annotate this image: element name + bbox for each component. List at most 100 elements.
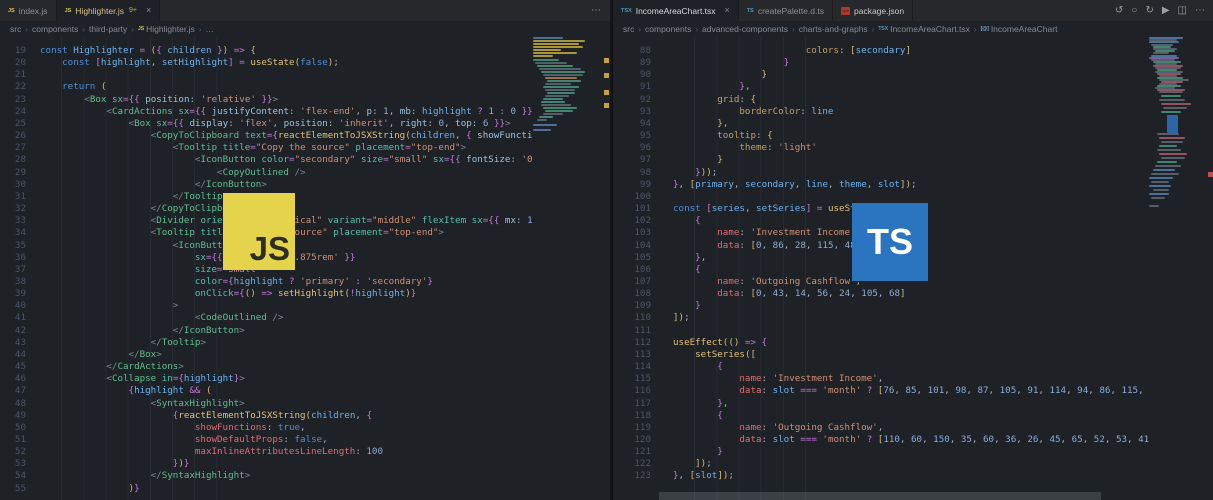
code-line[interactable]: 121 } xyxy=(613,446,1213,458)
code-line[interactable]: 116 data: slot === 'month' ? [76, 85, 10… xyxy=(613,385,1213,397)
code-line[interactable]: 41 <CodeOutlined /> xyxy=(0,312,610,324)
breadcrumb-item-IncomeAreaChart.tsx[interactable]: TSX IncomeAreaChart.tsx xyxy=(878,24,970,34)
breadcrumb-item-src[interactable]: src xyxy=(623,24,634,34)
code-line[interactable]: 48 <SyntaxHighlight> xyxy=(0,398,610,410)
code-line[interactable]: 53 })} xyxy=(0,458,610,470)
code-line[interactable]: 113 setSeries([ xyxy=(613,349,1213,361)
code-line[interactable]: 38 color={highlight ? 'primary' : 'secon… xyxy=(0,276,610,288)
code-line[interactable]: 123}, [slot]); xyxy=(613,470,1213,482)
code-line[interactable]: 95 tooltip: { xyxy=(613,130,1213,142)
breadcrumb-item-src[interactable]: src xyxy=(10,24,21,34)
code-line[interactable]: 98 })); xyxy=(613,167,1213,179)
nav-dot-icon[interactable]: ○ xyxy=(1131,5,1137,16)
code-line[interactable]: 42 </IconButton> xyxy=(0,325,610,337)
code-line[interactable]: 21 xyxy=(0,69,610,81)
code-line[interactable]: 97 } xyxy=(613,154,1213,166)
code-line[interactable]: 19 const Highlighter = ({ children }) => … xyxy=(0,45,610,57)
code-line[interactable]: 94 }, xyxy=(613,118,1213,130)
code-line[interactable]: 115 name: 'Investment Income', xyxy=(613,373,1213,385)
code-line[interactable]: 20 const [highlight, setHighlight] = use… xyxy=(0,57,610,69)
code-line[interactable]: 44 </Box> xyxy=(0,349,610,361)
breadcrumb-item-third-party[interactable]: third-party xyxy=(89,24,127,34)
nav-forward-icon[interactable]: ↻ xyxy=(1145,5,1153,16)
code-line[interactable]: 93 borderColor: line xyxy=(613,106,1213,118)
breadcrumb-item-advanced-components[interactable]: advanced-components xyxy=(702,24,788,34)
breadcrumb-item-Highlighter.js[interactable]: JS Highlighter.js xyxy=(138,24,195,34)
close-icon[interactable]: × xyxy=(725,6,730,15)
code-line[interactable]: 37 size="small" xyxy=(0,264,610,276)
close-icon[interactable]: × xyxy=(146,6,151,15)
code-line[interactable]: 26 <CopyToClipboard text={reactElementTo… xyxy=(0,130,610,142)
code-line[interactable]: 46 <Collapse in={highlight}> xyxy=(0,373,610,385)
code-line[interactable]: 43 </Tooltip> xyxy=(0,337,610,349)
code-line[interactable]: 35 <IconButton xyxy=(0,240,610,252)
code-line[interactable]: 32 </CopyToClipboard> xyxy=(0,203,610,215)
code-line[interactable]: 91 }, xyxy=(613,81,1213,93)
breadcrumb-item-charts-and-graphs[interactable]: charts-and-graphs xyxy=(799,24,868,34)
code-line[interactable]: 118 { xyxy=(613,410,1213,422)
run-icon[interactable]: ▶ xyxy=(1162,5,1170,16)
breadcrumb-item-IncomeAreaChart[interactable]: [@] IncomeAreaChart xyxy=(981,24,1058,34)
code-line[interactable]: 39 onClick={() => setHighlight(!highligh… xyxy=(0,288,610,300)
code-text: } xyxy=(761,69,768,81)
minimap-line xyxy=(1161,141,1183,143)
code-line[interactable]: 40 > xyxy=(0,300,610,312)
code-line[interactable]: 108 data: [0, 43, 14, 56, 24, 105, 68] xyxy=(613,288,1213,300)
breadcrumb-item-components[interactable]: components xyxy=(645,24,691,34)
code-line[interactable]: 92 grid: { xyxy=(613,94,1213,106)
code-line[interactable]: 55 )} xyxy=(0,483,610,495)
code-line[interactable]: 22 return ( xyxy=(0,81,610,93)
code-line[interactable]: 30 </IconButton> xyxy=(0,179,610,191)
code-line[interactable]: 110]); xyxy=(613,312,1213,324)
code-line[interactable]: 90 } xyxy=(613,69,1213,81)
code-line[interactable]: 27 <Tooltip title="Copy the source" plac… xyxy=(0,142,610,154)
code-line[interactable]: 47 {highlight && ( xyxy=(0,385,610,397)
code-line[interactable]: 24 <CardActions sx={{ justifyContent: 'f… xyxy=(0,106,610,118)
code-line[interactable]: 45 </CardActions> xyxy=(0,361,610,373)
horizontal-scrollbar[interactable] xyxy=(659,492,1101,500)
minimap[interactable] xyxy=(1149,37,1206,500)
code-line[interactable]: 112 useEffect(() => { xyxy=(613,337,1213,349)
code-line[interactable]: 25 <Box sx={{ display: 'flex', position:… xyxy=(0,118,610,130)
code-area[interactable]: 19 const Highlighter = ({ children }) => … xyxy=(0,37,610,500)
code-line[interactable]: 100 xyxy=(613,191,1213,203)
code-line[interactable]: 33 <Divider orientation="vertical" varia… xyxy=(0,215,610,227)
code-line[interactable]: 51 showDefaultProps: false, xyxy=(0,434,610,446)
code-line[interactable]: 31 </Tooltip> xyxy=(0,191,610,203)
split-editor-icon[interactable]: ◫ xyxy=(1178,5,1187,16)
code-line[interactable]: 122 ]); xyxy=(613,458,1213,470)
code-line[interactable]: 114 { xyxy=(613,361,1213,373)
breadcrumb-item-components[interactable]: components xyxy=(32,24,78,34)
code-line[interactable]: 29 <CopyOutlined /> xyxy=(0,167,610,179)
code-line[interactable]: 117 }, xyxy=(613,398,1213,410)
code-line[interactable]: 96 theme: 'light' xyxy=(613,142,1213,154)
code-line[interactable]: 89 } xyxy=(613,57,1213,69)
code-line[interactable]: 119 name: 'Outgoing Cashflow', xyxy=(613,422,1213,434)
code-line[interactable]: 23 <Box sx={{ position: 'relative' }}> xyxy=(0,94,610,106)
code-line[interactable]: 49 {reactElementToJSXString(children, { xyxy=(0,410,610,422)
more-actions-icon[interactable]: ⋯ xyxy=(591,5,601,16)
code-line[interactable]: 28 <IconButton color="secondary" size="s… xyxy=(0,154,610,166)
editor-left[interactable]: 19 const Highlighter = ({ children }) => … xyxy=(0,37,610,500)
tab-index.js[interactable]: JS index.js xyxy=(0,0,57,21)
code-line[interactable]: 99}, [primary, secondary, line, theme, s… xyxy=(613,179,1213,191)
line-number: 38 xyxy=(14,275,26,287)
minimap[interactable] xyxy=(533,37,591,500)
code-line[interactable]: 111 xyxy=(613,325,1213,337)
code-line[interactable]: 54 </SyntaxHighlight> xyxy=(0,470,610,482)
code-line[interactable]: 36 sx={{ fontSize: '0.875rem' }} xyxy=(0,252,610,264)
nav-back-icon[interactable]: ↺ xyxy=(1115,5,1123,16)
code-line[interactable]: 50 showFunctions: true, xyxy=(0,422,610,434)
javascript-logo-overlay: JS xyxy=(223,193,295,270)
code-line[interactable]: 109 } xyxy=(613,300,1213,312)
tab-package.json[interactable]: npm package.json xyxy=(833,0,914,21)
code-line[interactable]: 88 colors: [secondary] xyxy=(613,45,1213,57)
code-line[interactable]: 52 maxInlineAttributesLineLength: 100 xyxy=(0,446,610,458)
code-line[interactable]: 120 data: slot === 'month' ? [110, 60, 1… xyxy=(613,434,1213,446)
breadcrumb-item-…[interactable]: … xyxy=(205,24,214,34)
tab-createPalette.d.ts[interactable]: TS createPalette.d.ts xyxy=(738,0,833,21)
more-actions-icon[interactable]: ⋯ xyxy=(1195,5,1205,16)
code-line[interactable]: 34 <Tooltip title="Show the source" plac… xyxy=(0,227,610,239)
tab-IncomeAreaChart.tsx[interactable]: TSX IncomeAreaChart.tsx × xyxy=(613,0,739,21)
tab-Highlighter.js[interactable]: JS Highlighter.js 9+ × xyxy=(56,0,161,21)
